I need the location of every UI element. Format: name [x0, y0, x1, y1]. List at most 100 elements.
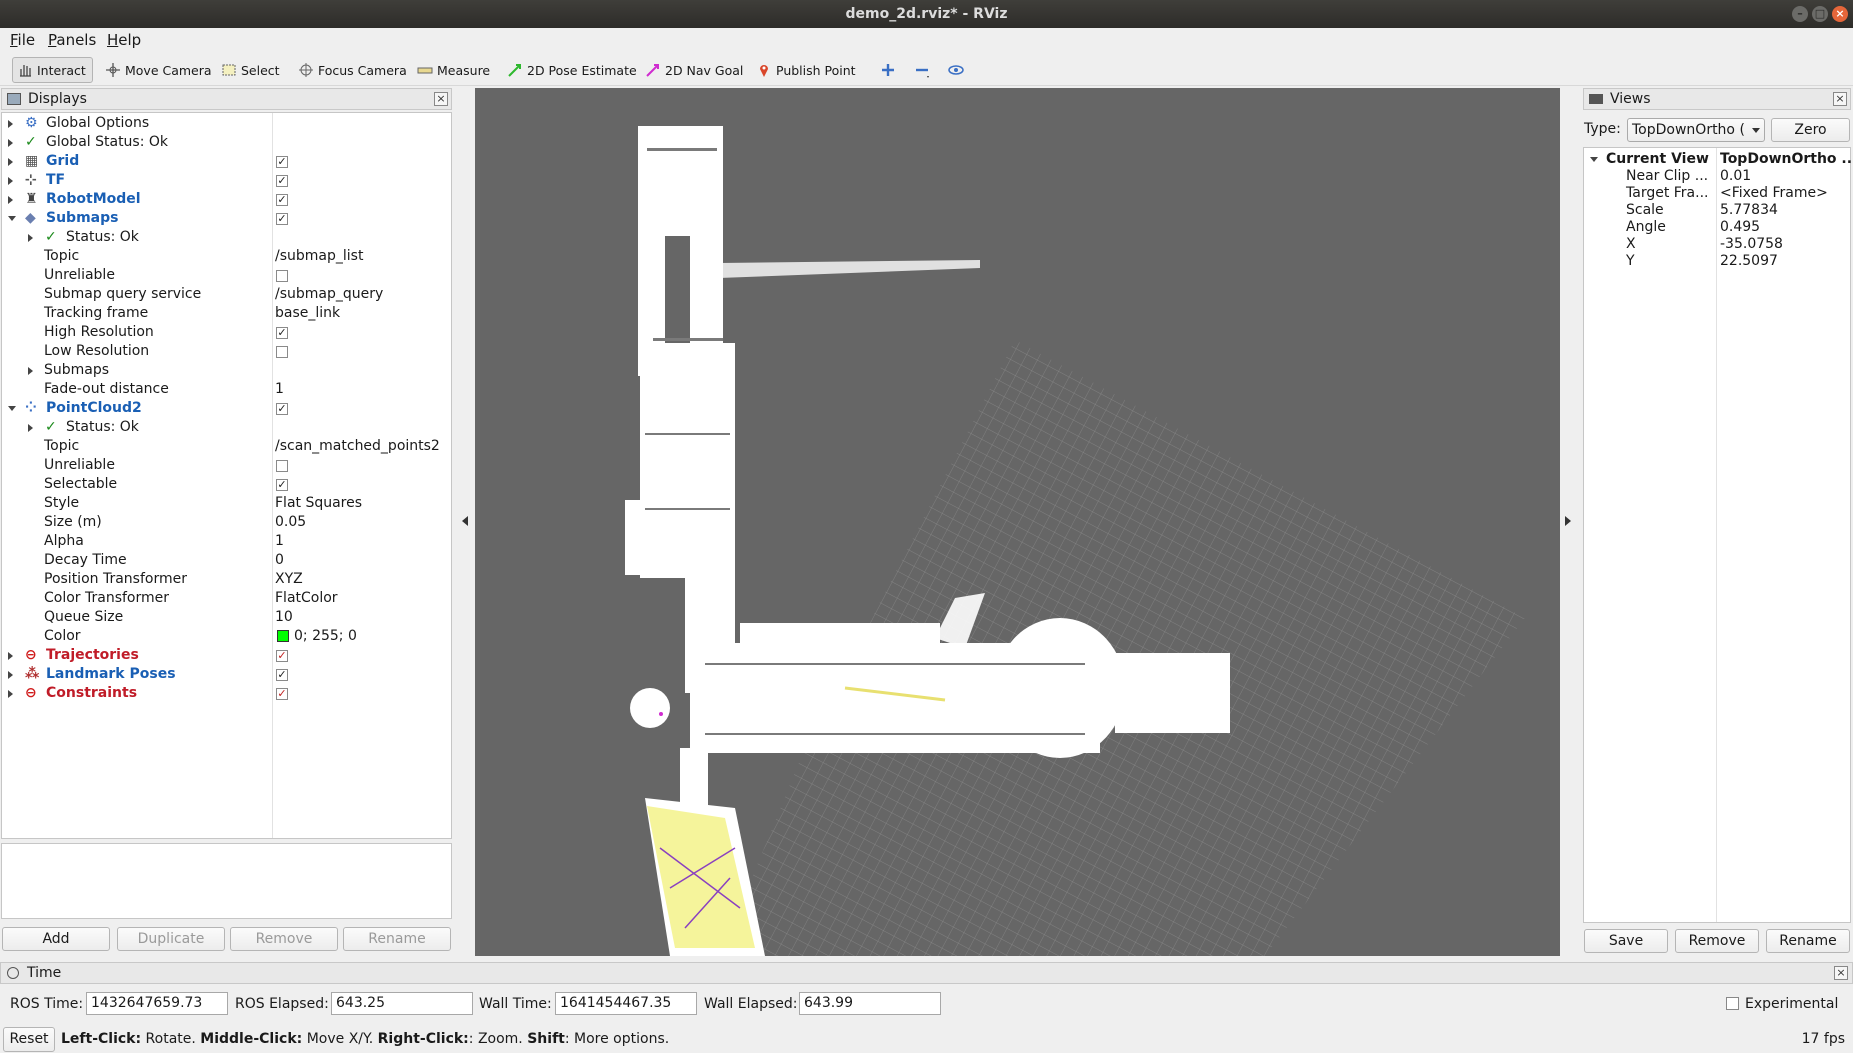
ros-time-field[interactable]: 1432647659.73 [86, 992, 228, 1015]
display-row[interactable]: ⊖ Constraints ✓ [2, 684, 451, 703]
view-property-row[interactable]: Target Fra... <Fixed Frame> [1584, 185, 1850, 202]
remove-tool-button[interactable] [910, 57, 940, 83]
enabled-checkbox[interactable]: ✓ [276, 156, 288, 168]
expand-arrow-icon[interactable] [28, 424, 33, 432]
view-property-row[interactable]: Y 22.5097 [1584, 253, 1850, 270]
wall-elapsed-field[interactable]: 643.99 [799, 992, 941, 1015]
display-row[interactable]: ✓ Global Status: Ok [2, 133, 451, 152]
reset-button[interactable]: Reset [3, 1027, 55, 1052]
display-row[interactable]: ⁂ Landmark Poses ✓ [2, 665, 451, 684]
enabled-checkbox[interactable]: ✓ [276, 194, 288, 206]
maximize-icon[interactable]: □ [1812, 6, 1828, 22]
menu-help[interactable]: Help [107, 31, 141, 49]
displays-tree[interactable]: ⚙ Global Options ✓ Global Status: Ok ▦ Grid ✓ ⊹… [1, 112, 452, 839]
collapse-arrow-icon[interactable] [8, 216, 16, 221]
enabled-checkbox[interactable]: ✓ [276, 403, 288, 415]
view-property-value[interactable]: 22.5097 [1720, 253, 1778, 270]
nav-goal-tool[interactable]: 2D Nav Goal [641, 57, 749, 83]
display-row-value[interactable]: base_link [275, 304, 340, 323]
display-row[interactable]: ⚙ Global Options [2, 114, 451, 133]
view-type-select[interactable]: TopDownOrtho ( [1627, 118, 1765, 142]
display-row[interactable]: ▦ Grid ✓ [2, 152, 451, 171]
enabled-checkbox[interactable]: ✓ [276, 213, 288, 225]
menu-panels[interactable]: Panels [48, 31, 96, 49]
duplicate-display-button[interactable]: Duplicate [117, 927, 225, 951]
views-close-icon[interactable]: × [1833, 92, 1847, 106]
expand-arrow-icon[interactable] [8, 120, 13, 128]
view-property-row[interactable]: Near Clip ... 0.01 [1584, 168, 1850, 185]
view-property-row[interactable]: X -35.0758 [1584, 236, 1850, 253]
move-camera-tool[interactable]: Move Camera [101, 57, 218, 83]
enabled-checkbox[interactable] [276, 270, 288, 282]
expand-arrow-icon[interactable] [8, 158, 13, 166]
display-row[interactable]: Size (m) 0.05 [2, 513, 451, 532]
view-property-value[interactable]: 0.01 [1720, 168, 1751, 185]
view-property-value[interactable]: 0.495 [1720, 219, 1760, 236]
measure-tool[interactable]: Measure [413, 57, 496, 83]
enabled-checkbox[interactable]: ✓ [276, 175, 288, 187]
view-property-value[interactable]: 5.77834 [1720, 202, 1778, 219]
enabled-checkbox[interactable] [276, 346, 288, 358]
display-row-value[interactable]: /submap_list [275, 247, 363, 266]
display-row[interactable]: ◆ Submaps ✓ [2, 209, 451, 228]
menu-file[interactable]: File [10, 31, 35, 49]
pose-estimate-tool[interactable]: 2D Pose Estimate [503, 57, 643, 83]
display-row[interactable]: Style Flat Squares [2, 494, 451, 513]
display-row[interactable]: Color 0; 255; 0 [2, 627, 451, 646]
select-tool[interactable]: Select [217, 57, 286, 83]
wall-time-field[interactable]: 1641454467.35 [555, 992, 697, 1015]
display-row-value[interactable]: 0; 255; 0 [294, 627, 357, 646]
display-row-value[interactable]: 0.05 [275, 513, 306, 532]
expand-arrow-icon[interactable] [8, 196, 13, 204]
display-row-value[interactable]: 0 [275, 551, 284, 570]
enabled-checkbox[interactable] [276, 460, 288, 472]
display-row[interactable]: Topic/scan_matched_points2 [2, 437, 451, 456]
interact-tool[interactable]: Interact [12, 57, 93, 83]
expand-arrow-icon[interactable] [8, 671, 13, 679]
display-row-value[interactable]: /submap_query [275, 285, 383, 304]
display-row[interactable]: Queue Size 10 [2, 608, 451, 627]
display-row-value[interactable]: XYZ [275, 570, 303, 589]
display-row-value[interactable]: FlatColor [275, 589, 338, 608]
expand-arrow-icon[interactable] [8, 652, 13, 660]
render-viewport[interactable] [475, 88, 1560, 956]
add-tool-button[interactable] [876, 57, 906, 83]
enabled-checkbox[interactable]: ✓ [276, 650, 288, 662]
display-row-value[interactable]: 1 [275, 532, 284, 551]
expand-arrow-icon[interactable] [8, 690, 13, 698]
time-close-icon[interactable]: × [1834, 966, 1848, 980]
display-row[interactable]: Low Resolution [2, 342, 451, 361]
display-row[interactable]: Unreliable [2, 266, 451, 285]
display-row[interactable]: Position Transformer XYZ [2, 570, 451, 589]
experimental-checkbox[interactable] [1726, 997, 1739, 1010]
displays-close-icon[interactable]: × [434, 92, 448, 106]
rename-view-button[interactable]: Rename [1766, 929, 1850, 953]
display-row[interactable]: Color Transformer FlatColor [2, 589, 451, 608]
display-row[interactable]: Submap query service/submap_query [2, 285, 451, 304]
display-row[interactable]: High Resolution ✓ [2, 323, 451, 342]
current-view-row[interactable]: Current View TopDownOrtho ... [1584, 151, 1853, 168]
focus-camera-tool[interactable]: Focus Camera [294, 57, 413, 83]
display-row-value[interactable]: 10 [275, 608, 293, 627]
display-row[interactable]: ⊖ Trajectories ✓ [2, 646, 451, 665]
view-property-row[interactable]: Angle 0.495 [1584, 219, 1850, 236]
save-view-button[interactable]: Save [1584, 929, 1668, 953]
close-icon[interactable]: × [1832, 6, 1848, 22]
display-row[interactable]: ⁘ PointCloud2 ✓ [2, 399, 451, 418]
ros-elapsed-field[interactable]: 643.25 [331, 992, 473, 1015]
display-row-value[interactable]: Flat Squares [275, 494, 362, 513]
display-row[interactable]: Fade-out distance 1 [2, 380, 451, 399]
display-row-value[interactable]: /scan_matched_points2 [275, 437, 440, 456]
display-row[interactable]: ✓ Status: Ok [2, 418, 451, 437]
display-row[interactable]: Decay Time 0 [2, 551, 451, 570]
view-property-value[interactable]: -35.0758 [1720, 236, 1783, 253]
display-row[interactable]: Topic/submap_list [2, 247, 451, 266]
display-row[interactable]: ♜ RobotModel ✓ [2, 190, 451, 209]
enabled-checkbox[interactable]: ✓ [276, 669, 288, 681]
collapse-arrow-icon[interactable] [8, 406, 16, 411]
collapse-right-icon[interactable] [1565, 516, 1571, 526]
display-row[interactable]: Unreliable [2, 456, 451, 475]
publish-point-tool[interactable]: Publish Point [752, 57, 862, 83]
display-row-value[interactable]: 1 [275, 380, 284, 399]
remove-display-button[interactable]: Remove [230, 927, 338, 951]
